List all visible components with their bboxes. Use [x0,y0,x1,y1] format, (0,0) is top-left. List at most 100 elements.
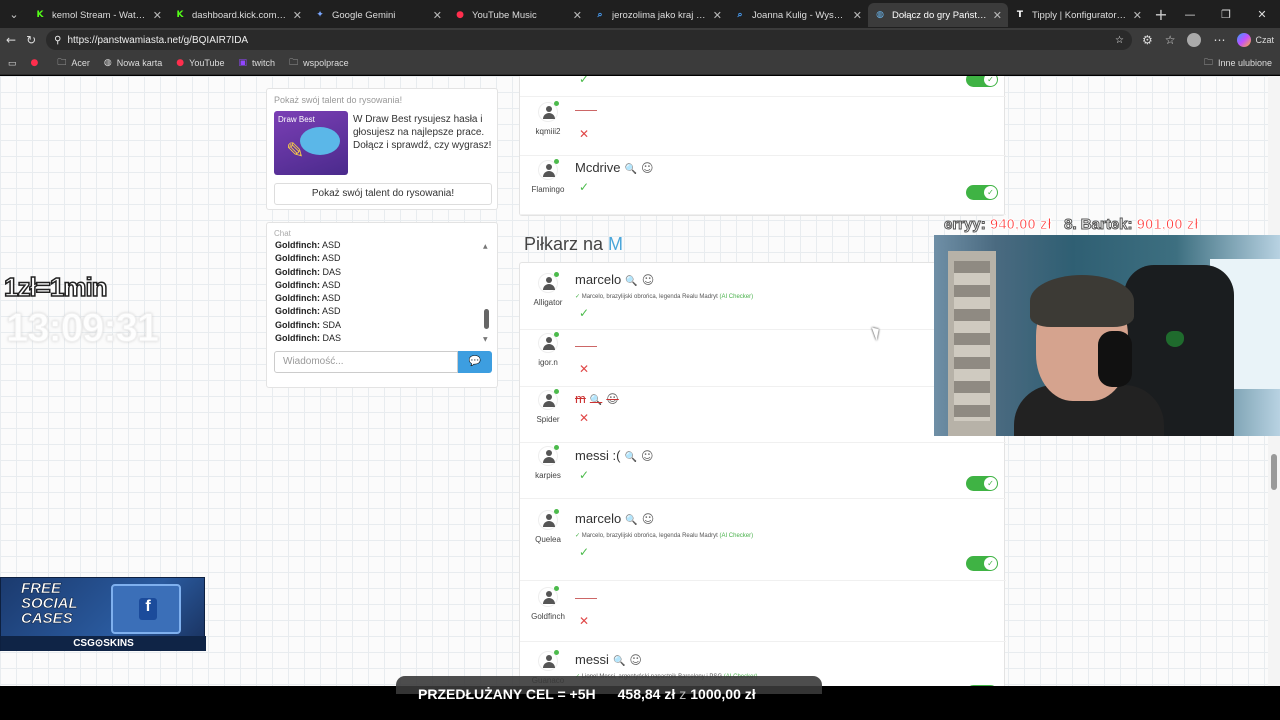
emoji-icon[interactable]: ☺ [641,449,654,463]
bookmark-item[interactable]: 🗀 Acer [57,55,90,71]
vote-toggle[interactable] [966,76,998,87]
toolbar-right: ⚙ ☆ ⋯ Czat [1142,33,1274,47]
speech-bubble-icon [300,127,340,155]
tab-favicon-icon: ● [456,10,464,20]
tab-label: kemol Stream - Watch Live o [52,9,147,21]
bookmark-item[interactable]: ● [31,58,44,68]
maximize-button[interactable]: ❐ [1208,0,1244,28]
search-icon[interactable]: 🔍 [590,395,602,406]
accepted-icon: ✓ [579,76,590,86]
more-menu-icon[interactable]: ⋯ [1213,33,1225,47]
emoji-icon[interactable]: ☺ [606,392,619,406]
tab-actions-menu[interactable]: ⌄ [0,0,28,28]
search-icon[interactable]: 🔍 [625,276,637,287]
chat-message: Goldfinch: ASD [275,239,485,252]
accepted-icon: ✓ [579,468,590,482]
search-icon[interactable]: 🔍 [625,515,637,526]
player-nick: kqmiii2 [535,127,561,136]
tab-close-icon[interactable]: ✕ [153,9,162,22]
bookmark-item[interactable]: 🗀 wspolprace [289,55,349,71]
refresh-icon[interactable]: ↻ [26,33,36,47]
chat-messages: Goldfinch: ASD Goldfinch: ASD Goldfinch: D… [275,239,485,345]
ai-check-icon: ✓ [575,294,581,300]
goal-target: 1000,00 zł [690,686,756,702]
tab-close-icon[interactable]: ✕ [1133,9,1142,22]
chat-input[interactable]: Wiadomość... [274,351,458,373]
browser-tab[interactable]: Kdashboard.kick.com/stream ✕ [168,3,308,27]
ad-brand: CSG⊙SKINS [1,636,206,651]
row-divider [520,96,1006,97]
copilot-button[interactable]: Czat [1237,33,1274,47]
chat-user: Goldfinch: [275,319,320,330]
profile-avatar[interactable] [1187,33,1202,47]
vote-toggle[interactable] [966,556,998,571]
other-favorites[interactable]: 🗀 Inne ulubione [1204,55,1272,71]
tabs: Kkemol Stream - Watch Live o✕Kdashboard.… [28,1,1148,27]
emoji-icon[interactable]: ☺ [642,512,655,526]
minimize-button[interactable]: — [1172,0,1208,28]
tab-label: dashboard.kick.com/stream [192,9,287,21]
emoji-icon[interactable]: ☺ [642,273,655,287]
player-nick: Quelea [535,535,561,544]
answer-text: m [575,391,586,406]
favorites-icon[interactable]: ☆ [1165,33,1176,47]
tab-close-icon[interactable]: ✕ [713,9,722,22]
ai-description: ✓ Marcelo, brazylijski obrońca, legenda … [575,293,753,300]
online-indicator [554,101,559,106]
bookmark-label: YouTube [189,58,225,68]
bookmark-item[interactable]: ● YouTube [176,58,224,68]
browser-tab[interactable]: ✦ Google Gemini ✕ [308,3,448,27]
chat-message: Goldfinch: SDA [275,319,485,332]
extensions-icon[interactable]: ⚙ [1142,33,1153,47]
favorite-star-icon[interactable]: ☆ [1115,35,1124,46]
chat-text: ASD [322,306,341,317]
draw-best-image[interactable]: Draw Best ✎ [274,111,348,175]
scroll-up-icon[interactable]: ▲ [483,243,488,250]
browser-tab[interactable]: ⌕ jerozolima jako kraj - Wyszu ✕ [588,3,728,27]
browser-tab[interactable]: Kkemol Stream - Watch Live o ✕ [28,3,168,27]
user-avatar [538,586,559,607]
bookmark-item[interactable]: ▣ twitch [239,58,276,68]
donor-amount: 901,00 zł [1136,216,1199,233]
search-icon[interactable]: 🔍 [625,164,637,175]
tab-close-icon[interactable]: ✕ [993,9,1002,22]
scroll-down-icon[interactable]: ▼ [483,336,488,343]
tab-close-icon[interactable]: ✕ [853,9,862,22]
previous-category-answers: ✓ kqmiii2 ✕ Flamingo Mcdrive 🔍 ☺ ✓ [519,76,1006,216]
chat-scroll-thumb[interactable] [484,309,489,329]
chat-scrollbar[interactable]: ▲ ▼ [483,243,491,343]
site-info-icon[interactable]: ⚲ [54,35,61,46]
emoji-icon[interactable]: ☺ [641,161,654,175]
chat-message: Goldfinch: ASD [275,252,485,265]
back-icon[interactable]: ← [6,33,16,47]
vote-toggle[interactable] [966,185,998,200]
ad-headline: FREE SOCIAL CASES [21,580,78,627]
bookmark-label: twitch [252,58,276,68]
tab-close-icon[interactable]: ✕ [573,9,582,22]
tab-close-icon[interactable]: ✕ [293,9,302,22]
reading-list-icon[interactable]: ▭ [8,58,17,69]
emoji-icon[interactable]: ☺ [629,653,642,667]
search-icon[interactable]: 🔍 [613,656,625,667]
tab-close-icon[interactable]: ✕ [433,9,442,22]
donor-name: 8. Bartek: [1064,216,1133,233]
new-tab-button[interactable]: + [1148,5,1174,24]
browser-tab[interactable]: ⌕ Joanna Kulig - Wyszukaj ✕ [728,3,868,27]
browser-tab[interactable]: T Tipply | Konfigurator (Twój c ✕ [1008,3,1148,27]
tab-favicon-icon: ⌕ [597,10,603,20]
url-field[interactable]: ⚲ https://panstwamiasta.net/g/BQIAIR7IDA… [46,30,1132,50]
chat-message: Goldfinch: ASD [275,279,485,292]
chat-send-button[interactable]: 💬 [458,351,492,373]
page-scroll-thumb[interactable] [1271,454,1277,490]
chat-user: Goldfinch: [275,306,320,317]
chat-text: ASD [322,253,341,264]
search-icon[interactable]: 🔍 [625,452,637,463]
ai-description: ✓ Marcelo, brazylijski obrońca, legenda … [575,532,753,539]
promo-button[interactable]: Pokaż swój talent do rysowania! [274,183,492,205]
vote-toggle[interactable] [966,476,998,491]
browser-tab[interactable]: ◍ Dołącz do gry Państwa Miast ✕ [868,3,1008,27]
category-answers: Alligator marcelo 🔍 ☺ ✓ Marcelo, brazylijski… [519,262,1006,686]
bookmark-item[interactable]: ◍ Nowa karta [104,58,162,68]
browser-tab[interactable]: ● YouTube Music ✕ [448,3,588,27]
close-window-button[interactable]: ✕ [1244,0,1280,28]
